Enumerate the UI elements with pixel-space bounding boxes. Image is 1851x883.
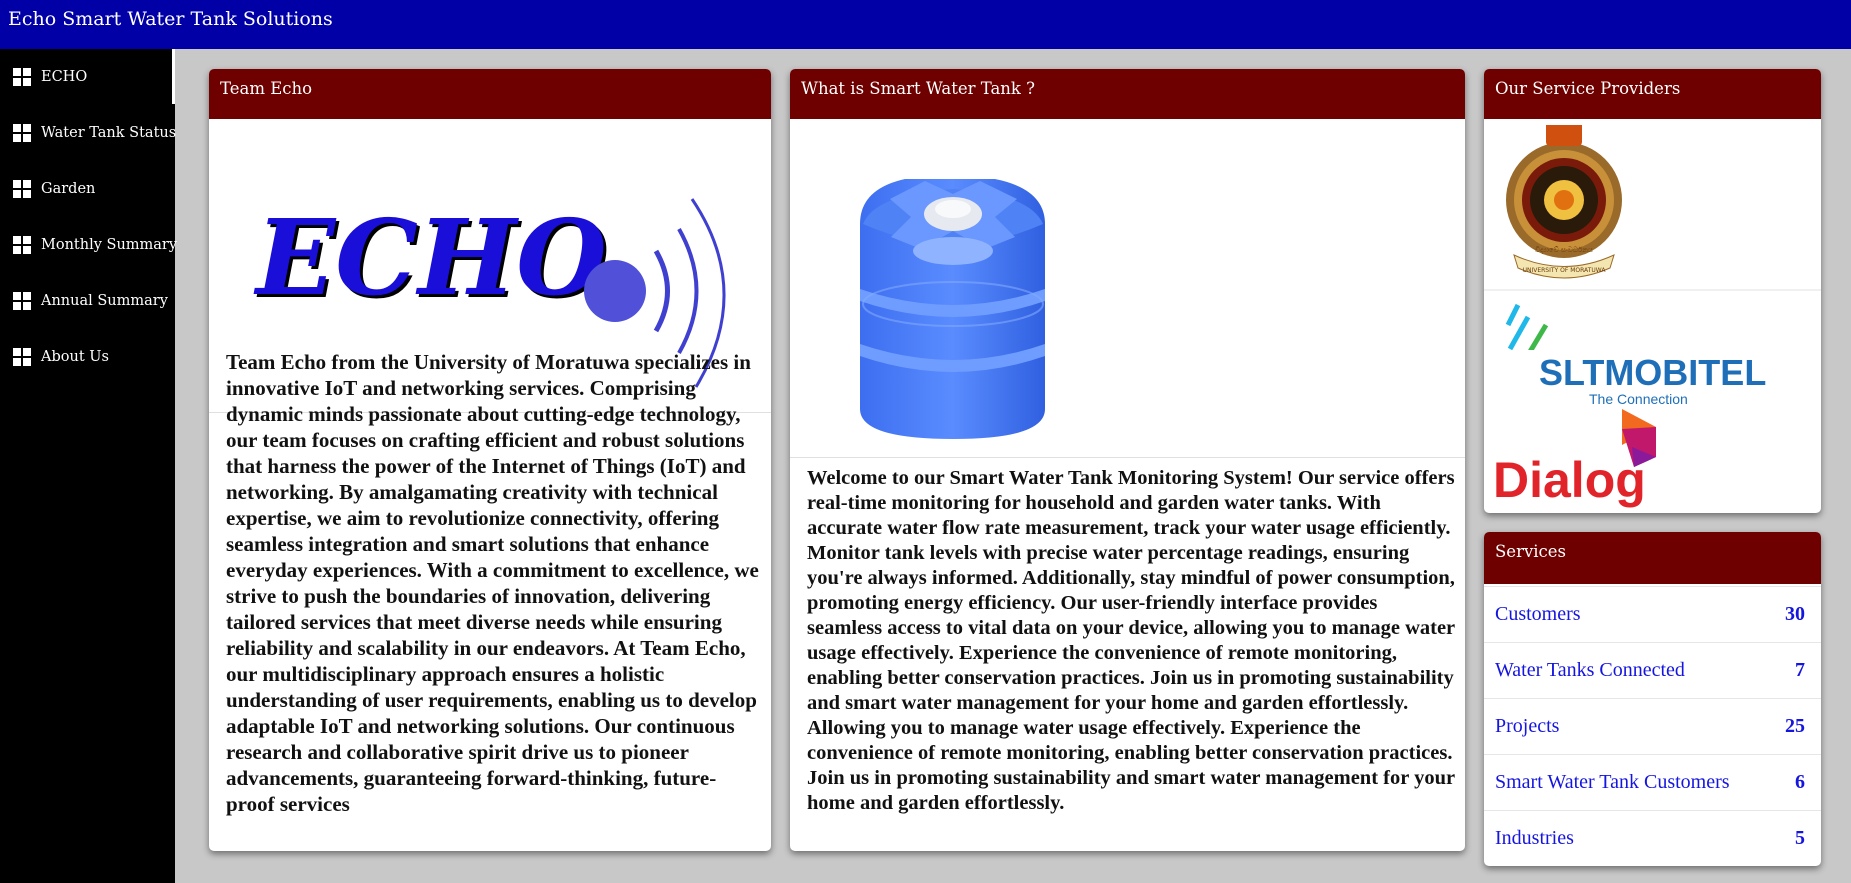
service-count: 7 bbox=[1795, 659, 1805, 681]
service-name: Customers bbox=[1495, 603, 1581, 625]
svg-text:ECHO: ECHO bbox=[253, 196, 607, 319]
sidebar-item-annual-summary[interactable]: Annual Summary bbox=[0, 281, 175, 321]
team-echo-card: Team Echo ECHO ECHO Team Echo from the U… bbox=[209, 69, 771, 851]
dashboard-icon bbox=[13, 348, 31, 366]
service-count: 30 bbox=[1785, 603, 1805, 625]
service-row-water-tanks-connected[interactable]: Water Tanks Connected 7 bbox=[1484, 642, 1821, 698]
svg-text:විද්‍යාවේ සංවර්ධනය: විද්‍යාවේ සංවර්ධනය bbox=[1535, 246, 1593, 254]
service-count: 6 bbox=[1795, 771, 1805, 793]
card-header: Services bbox=[1484, 532, 1821, 584]
svg-text:UNIVERSITY OF MORATUWA: UNIVERSITY OF MORATUWA bbox=[1523, 267, 1607, 274]
service-row-smart-water-tank-customers[interactable]: Smart Water Tank Customers 6 bbox=[1484, 754, 1821, 810]
svg-text:Dialog: Dialog bbox=[1493, 452, 1646, 508]
sidebar-item-label: Annual Summary bbox=[41, 293, 168, 309]
service-row-projects[interactable]: Projects 25 bbox=[1484, 698, 1821, 754]
divider bbox=[790, 457, 1465, 458]
service-row-customers[interactable]: Customers 30 bbox=[1484, 586, 1821, 642]
sidebar-item-label: Water Tank Status bbox=[41, 125, 177, 141]
dashboard-icon bbox=[13, 180, 31, 198]
sidebar-item-garden[interactable]: Garden bbox=[0, 169, 175, 209]
sidebar-item-echo[interactable]: ECHO bbox=[0, 57, 175, 97]
dashboard-icon bbox=[13, 292, 31, 310]
sidebar-item-label: About Us bbox=[41, 349, 109, 365]
card-header: Team Echo bbox=[209, 69, 771, 119]
top-bar: Echo Smart Water Tank Solutions bbox=[0, 0, 1851, 49]
service-providers-card: Our Service Providers UNIVERSITY OF MORA… bbox=[1484, 69, 1821, 513]
dashboard-icon bbox=[13, 236, 31, 254]
card-header: What is Smart Water Tank ? bbox=[790, 69, 1465, 119]
svg-text:The Connection: The Connection bbox=[1589, 391, 1688, 407]
slt-mobitel-logo: SLTMOBITEL The Connection bbox=[1539, 352, 1766, 407]
smart-tank-card: What is Smart Water Tank ? Welcome to ou… bbox=[790, 69, 1465, 851]
card-header: Our Service Providers bbox=[1484, 69, 1821, 119]
service-row-industries[interactable]: Industries 5 bbox=[1484, 810, 1821, 866]
sidebar-item-monthly-summary[interactable]: Monthly Summary bbox=[0, 225, 178, 265]
service-name: Industries bbox=[1495, 827, 1574, 849]
sidebar: ECHO Water Tank Status Garden Monthly Su… bbox=[0, 49, 178, 883]
sidebar-item-water-tank-status[interactable]: Water Tank Status bbox=[0, 113, 177, 153]
dashboard-icon bbox=[13, 68, 31, 86]
sidebar-item-label: Garden bbox=[41, 181, 96, 197]
service-count: 5 bbox=[1795, 827, 1805, 849]
sidebar-item-label: ECHO bbox=[41, 69, 88, 85]
services-card: Services Customers 30 Water Tanks Connec… bbox=[1484, 532, 1821, 866]
university-of-moratuwa-logo: UNIVERSITY OF MORATUWA විද්‍යාවේ සංවර්ධන… bbox=[1484, 125, 1821, 350]
water-tank-image bbox=[860, 179, 1045, 439]
sidebar-item-about-us[interactable]: About Us bbox=[0, 337, 175, 377]
sidebar-item-label: Monthly Summary bbox=[41, 237, 178, 253]
service-name: Water Tanks Connected bbox=[1495, 659, 1685, 681]
dashboard-icon bbox=[13, 124, 31, 142]
dialog-logo: Dialog bbox=[1493, 409, 1656, 508]
service-name: Smart Water Tank Customers bbox=[1495, 771, 1730, 793]
service-name: Projects bbox=[1495, 715, 1560, 737]
smart-tank-description: Welcome to our Smart Water Tank Monitori… bbox=[807, 467, 1455, 814]
svg-text:SLTMOBITEL: SLTMOBITEL bbox=[1539, 352, 1766, 393]
app-title: Echo Smart Water Tank Solutions bbox=[8, 8, 333, 30]
service-count: 25 bbox=[1785, 715, 1805, 737]
team-description: Team Echo from the University of Moratuw… bbox=[226, 350, 759, 816]
